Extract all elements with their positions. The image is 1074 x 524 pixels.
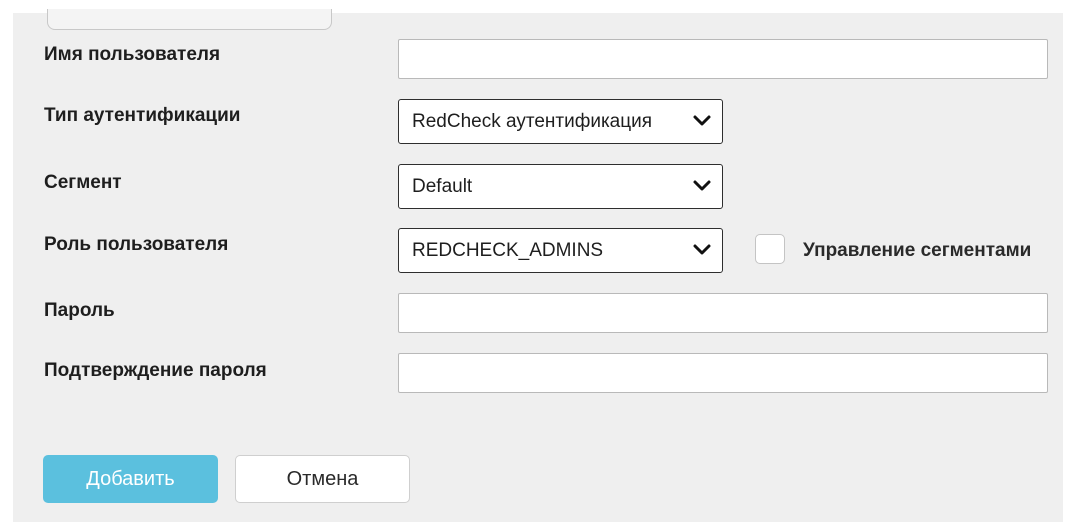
password-label: Пароль xyxy=(44,300,115,321)
user-role-label: Роль пользователя xyxy=(44,234,229,255)
segment-select[interactable]: Default xyxy=(398,164,723,209)
segment-value: Default xyxy=(412,176,473,197)
manage-segments-label: Управление сегментами xyxy=(803,240,1032,261)
password-confirm-input[interactable] xyxy=(398,353,1048,393)
cancel-button[interactable]: Отмена xyxy=(235,455,410,503)
manage-segments-checkbox[interactable] xyxy=(755,234,785,264)
auth-type-value: RedCheck аутентификация xyxy=(412,111,653,132)
user-role-value: REDCHECK_ADMINS xyxy=(412,240,604,261)
previous-tab-edge xyxy=(47,9,332,30)
password-input[interactable] xyxy=(398,293,1048,333)
auth-type-select[interactable]: RedCheck аутентификация xyxy=(398,99,723,144)
auth-type-label: Тип аутентификации xyxy=(44,105,241,126)
password-confirm-label: Подтверждение пароля xyxy=(44,360,267,381)
add-button[interactable]: Добавить xyxy=(43,455,218,503)
chevron-down-icon xyxy=(693,180,711,191)
chevron-down-icon xyxy=(693,244,711,255)
user-role-select[interactable]: REDCHECK_ADMINS xyxy=(398,228,723,273)
chevron-down-icon xyxy=(693,115,711,126)
segment-label: Сегмент xyxy=(44,172,122,193)
username-input[interactable] xyxy=(398,39,1048,79)
username-label: Имя пользователя xyxy=(44,44,221,65)
